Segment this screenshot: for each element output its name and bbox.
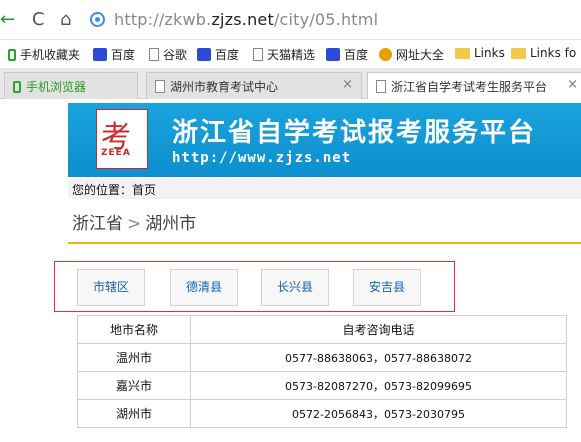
page-content: 考 ZEEA 浙江省自学考试报考服务平台 http://www.zjzs.net… [0, 99, 581, 442]
column-header-city: 地市名称 [77, 315, 191, 344]
city-cell: 温州市 [77, 343, 191, 372]
baidu-paw-icon [197, 48, 211, 61]
column-header-phone: 自考咨询电话 [190, 315, 567, 344]
bookmark-google[interactable]: 谷歌 [149, 46, 187, 63]
site-title: 浙江省自学考试报考服务平台 [172, 118, 537, 148]
tab-huzhou-exam-center[interactable]: 湖州市教育考试中心 × [146, 72, 362, 99]
tab-strip: 手机浏览器 湖州市教育考试中心 × 浙江省自学考试考生服务平台 × [0, 68, 581, 100]
bookmark-tmall[interactable]: 天猫精选 [253, 46, 315, 63]
folder-icon [511, 48, 526, 59]
close-tab-icon[interactable]: × [342, 77, 353, 92]
city-cell: 嘉兴市 [77, 371, 191, 400]
phone-table: 地市名称 自考咨询电话 温州市 0577-88638063，0577-88638… [77, 315, 567, 428]
chevron-right-icon: > [127, 214, 142, 234]
logo-abbr: ZEEA [101, 148, 131, 158]
table-row: 湖州市 0572-2056843，0573-2030795 [77, 399, 567, 428]
table-header-row: 地市名称 自考咨询电话 [77, 315, 567, 344]
breadcrumb-prefix: 您的位置： [72, 183, 133, 197]
city-cell: 湖州市 [77, 399, 191, 428]
site-url: http://www.zjzs.net [172, 150, 352, 166]
bookmark-baidu-3[interactable]: 百度 [326, 46, 368, 63]
phone-icon [13, 81, 21, 93]
county-button-deqing[interactable]: 德清县 [170, 269, 238, 306]
bookmark-folder-links-fo[interactable]: Links fo [511, 46, 576, 60]
page-icon [155, 80, 165, 93]
bookmark-baidu[interactable]: 百度 [93, 46, 135, 63]
close-tab-icon[interactable]: × [567, 77, 578, 92]
url-field[interactable]: http://zkwb.zjzs.net/city/05.html [114, 10, 378, 29]
zeea-logo[interactable]: 考 ZEEA [96, 109, 148, 169]
county-button-shixiaqu[interactable]: 市辖区 [77, 269, 145, 306]
breadcrumb-home-link[interactable]: 首页 [132, 183, 156, 197]
bookmarks-bar: 手机收藏夹 百度 谷歌 百度 天猫精选 百度 网址大全 Links Links … [0, 40, 581, 68]
section-divider [68, 242, 581, 244]
region-heading: 浙江省 > 湖州市 [72, 209, 196, 234]
county-button-changxing[interactable]: 长兴县 [261, 269, 329, 306]
folder-icon [455, 48, 470, 59]
phone-cell: 0577-88638063，0577-88638072 [190, 343, 567, 372]
table-row: 温州市 0577-88638063，0577-88638072 [77, 343, 567, 372]
site-banner: 考 ZEEA 浙江省自学考试报考服务平台 http://www.zjzs.net [68, 103, 581, 177]
page-icon [149, 48, 159, 61]
tab-zhejiang-self-study[interactable]: 浙江省自学考试考生服务平台 × [367, 72, 581, 100]
url-domain: zjzs.net [211, 10, 274, 29]
reload-icon[interactable]: C [32, 10, 45, 30]
globe-icon [379, 48, 392, 61]
city-name: 湖州市 [145, 214, 197, 234]
site-security-icon[interactable] [90, 12, 105, 27]
url-prefix: http://zkwb. [114, 10, 212, 29]
page-icon [253, 48, 263, 61]
bookmark-mobile-favorites[interactable]: 手机收藏夹 [8, 46, 80, 63]
address-bar: ← C ⌂ http://zkwb.zjzs.net/city/05.html [0, 0, 581, 40]
bookmark-web-directory[interactable]: 网址大全 [379, 46, 444, 63]
breadcrumb: 您的位置：首页 [68, 179, 581, 199]
bookmark-folder-links[interactable]: Links [455, 46, 505, 60]
page-icon [376, 80, 386, 93]
phone-cell: 0573-82087270，0573-82099695 [190, 371, 567, 400]
tab-mobile-browser[interactable]: 手机浏览器 [4, 72, 138, 99]
county-button-anji[interactable]: 安吉县 [353, 269, 421, 306]
province-name: 浙江省 [72, 214, 123, 234]
baidu-paw-icon [326, 48, 340, 61]
url-path: /city/05.html [273, 10, 379, 29]
phone-cell: 0572-2056843，0573-2030795 [190, 399, 567, 428]
phone-icon [8, 49, 16, 61]
county-selector: 市辖区 德清县 长兴县 安吉县 [54, 261, 455, 312]
baidu-paw-icon [93, 48, 107, 61]
bookmark-baidu-2[interactable]: 百度 [197, 46, 239, 63]
table-row: 嘉兴市 0573-82087270，0573-82099695 [77, 371, 567, 400]
back-icon[interactable]: ← [0, 10, 15, 30]
home-icon[interactable]: ⌂ [60, 10, 71, 30]
